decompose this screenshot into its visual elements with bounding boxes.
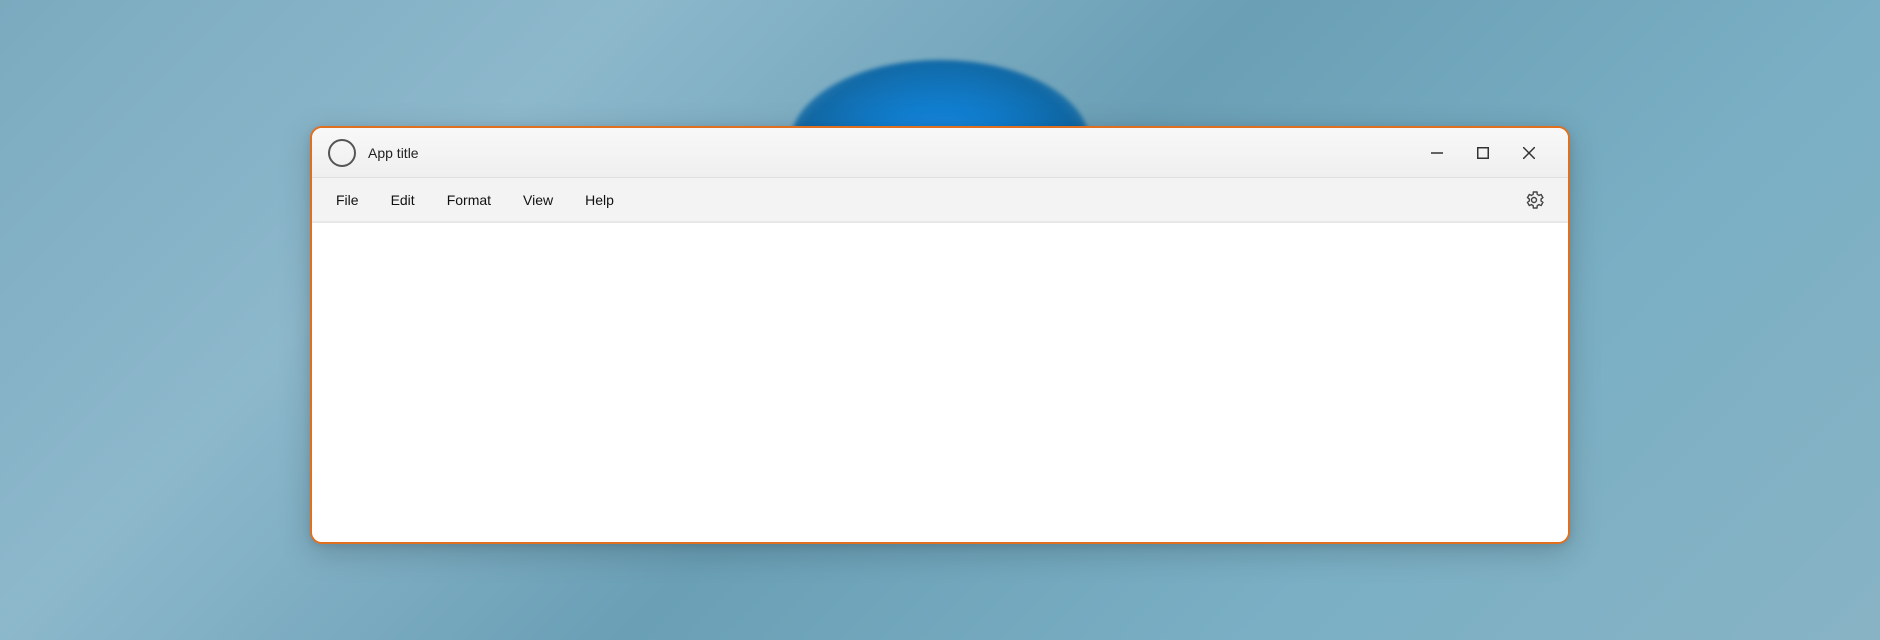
app-title: App title (368, 145, 1414, 161)
window-controls (1414, 137, 1552, 169)
maximize-icon (1477, 147, 1489, 159)
menu-item-format[interactable]: Format (431, 188, 507, 212)
close-icon (1523, 147, 1535, 159)
menu-item-help[interactable]: Help (569, 188, 630, 212)
close-button[interactable] (1506, 137, 1552, 169)
menu-bar: File Edit Format View Help (312, 178, 1568, 222)
menu-item-edit[interactable]: Edit (375, 188, 431, 212)
menu-item-file[interactable]: File (320, 188, 375, 212)
app-window: App title (310, 126, 1570, 544)
settings-button[interactable] (1516, 182, 1552, 218)
window-wrapper: App title (310, 126, 1570, 544)
content-area (312, 222, 1568, 542)
gear-icon (1524, 190, 1544, 210)
menu-item-view[interactable]: View (507, 188, 569, 212)
minimize-icon (1431, 147, 1443, 159)
maximize-button[interactable] (1460, 137, 1506, 169)
title-bar: App title (312, 128, 1568, 178)
app-icon (328, 139, 356, 167)
minimize-button[interactable] (1414, 137, 1460, 169)
